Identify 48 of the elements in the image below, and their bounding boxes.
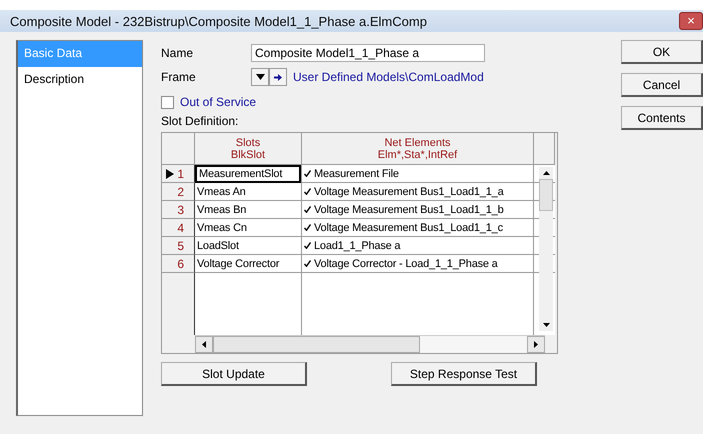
checkbox-label[interactable]: Out of Service (180, 95, 256, 109)
column-header[interactable]: Slots BlkSlot (195, 133, 302, 165)
scroll-thumb[interactable] (539, 179, 553, 211)
row-header[interactable]: 1 (162, 165, 195, 183)
table-cell: Vmeas An (195, 183, 302, 201)
check-icon (304, 206, 311, 213)
scroll-thumb[interactable] (213, 336, 420, 353)
dropdown-button[interactable] (251, 68, 269, 86)
check-icon (304, 242, 311, 249)
checkbox[interactable] (161, 96, 174, 108)
section-label: Slot Definition: (161, 114, 240, 128)
table-cell: MeasurementSlot (195, 165, 302, 183)
check-icon (304, 224, 311, 231)
scroll-left-icon[interactable] (202, 341, 206, 348)
scroll-right-icon[interactable] (534, 341, 538, 348)
frame-link[interactable]: User Defined Models\ComLoadMod (293, 70, 484, 84)
jump-button[interactable] (269, 68, 287, 86)
check-icon (304, 260, 311, 267)
dialog-button[interactable]: Cancel (621, 73, 703, 97)
table-cell: LoadSlot (195, 237, 302, 255)
table-cell: Voltage Corrector - Load_1_1_Phase a (302, 255, 534, 273)
arrow-right-icon (274, 74, 282, 80)
horizontal-scrollbar[interactable] (195, 335, 545, 353)
dialog-button[interactable]: Contents (621, 106, 703, 130)
action-button[interactable]: Step Response Test (391, 362, 537, 386)
table-cell: Load1_1_Phase a (302, 237, 534, 255)
triangle-down-icon (256, 74, 264, 80)
sidebar-item[interactable]: Description (18, 67, 142, 93)
table-cell: Voltage Corrector (195, 255, 302, 273)
name-field[interactable]: Composite Model1_1_Phase a (251, 44, 485, 62)
table-cell: Voltage Measurement Bus1_Load1_1_a (302, 183, 534, 201)
field-label: Name (161, 46, 194, 60)
table-cell: Voltage Measurement Bus1_Load1_1_b (302, 201, 534, 219)
table-cell: Measurement File (302, 165, 534, 183)
dialog-button[interactable]: OK (621, 40, 703, 64)
table-cell: Vmeas Cn (195, 219, 302, 237)
table-cell: Voltage Measurement Bus1_Load1_1_c (302, 219, 534, 237)
row-pointer-icon (166, 168, 174, 178)
action-button[interactable]: Slot Update (161, 362, 307, 386)
window-title: Composite Model - 232Bistrup\Composite Model1_1_Phase a.ElmComp (10, 14, 428, 28)
field-label: Frame (161, 70, 197, 84)
vertical-scrollbar[interactable] (539, 167, 553, 331)
check-icon (304, 188, 311, 195)
check-icon (304, 170, 311, 177)
table-cell: Vmeas Bn (195, 201, 302, 219)
scroll-down-icon[interactable] (542, 323, 550, 327)
scroll-up-icon[interactable] (542, 171, 550, 175)
close-button[interactable]: × (679, 12, 703, 30)
